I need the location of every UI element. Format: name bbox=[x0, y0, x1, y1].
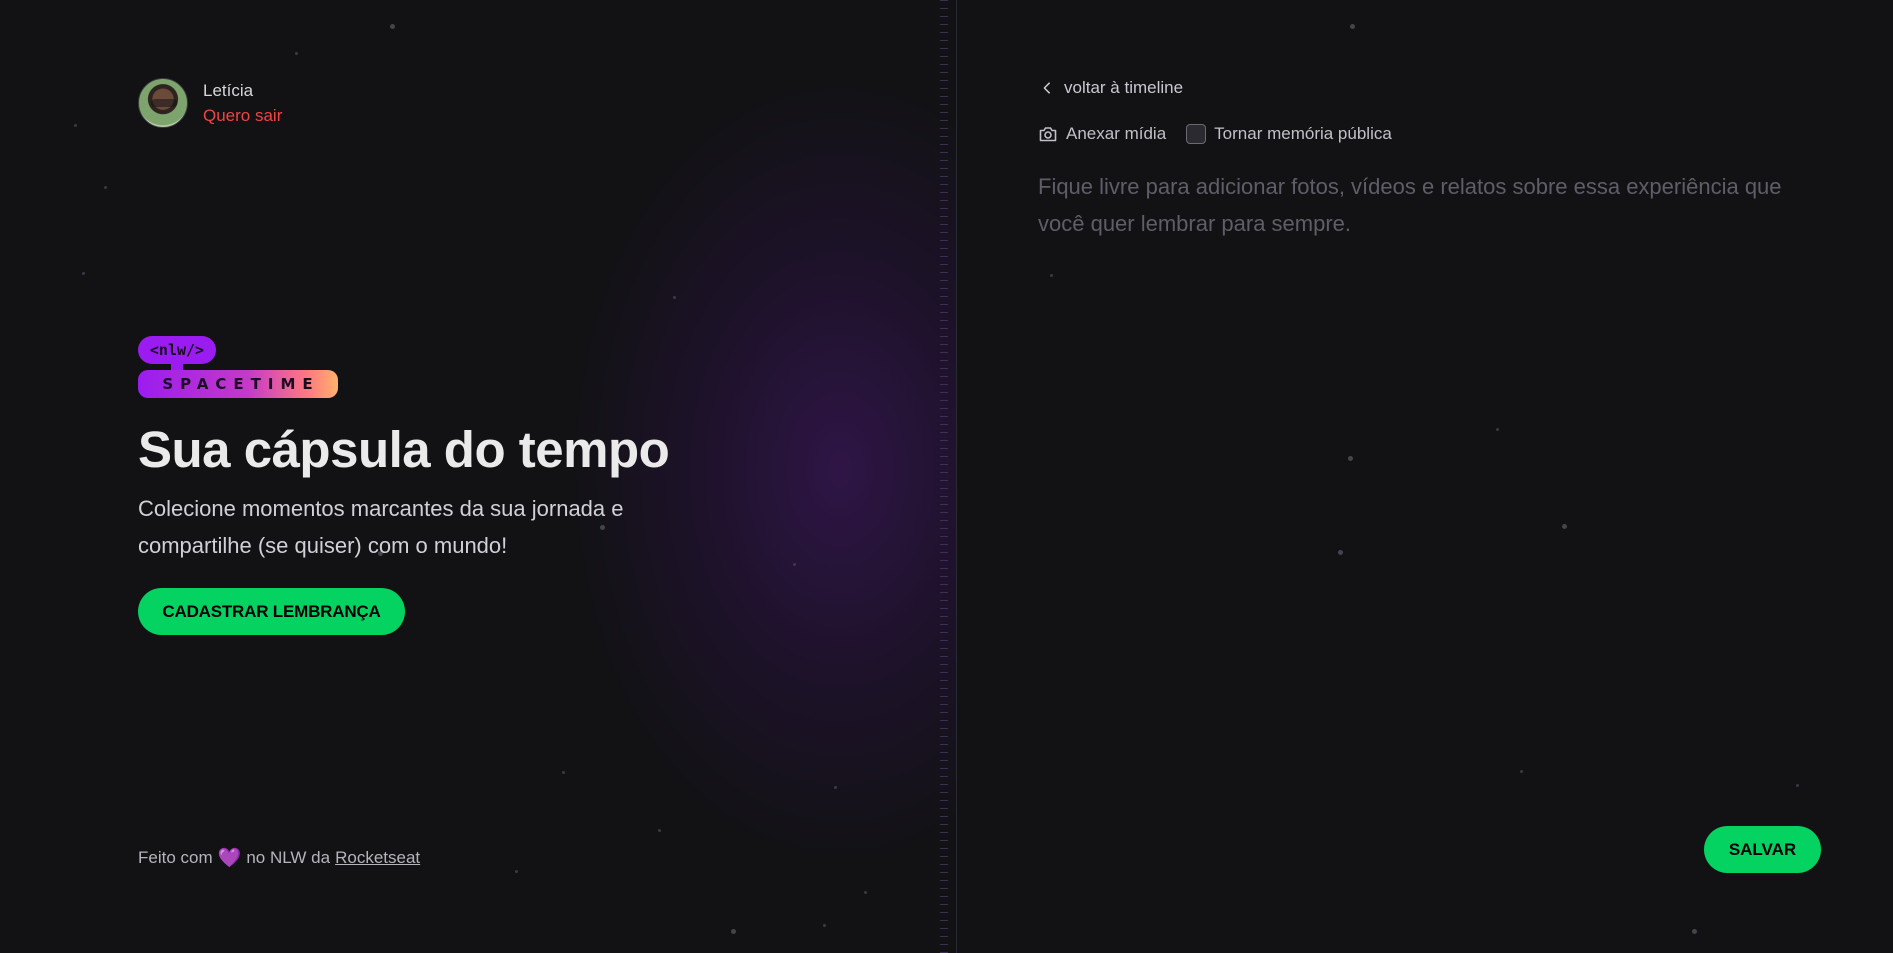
heart-icon: 💜 bbox=[217, 848, 242, 869]
star-decoration bbox=[74, 124, 77, 127]
star-decoration bbox=[1520, 770, 1523, 773]
rocketseat-link[interactable]: Rocketseat bbox=[335, 848, 420, 868]
star-decoration bbox=[834, 786, 837, 789]
star-decoration bbox=[658, 829, 661, 832]
star-decoration bbox=[823, 924, 826, 927]
memory-options: Anexar mídia Tornar memória pública bbox=[1038, 124, 1392, 144]
hero-description: Colecione momentos marcantes da sua jorn… bbox=[138, 496, 624, 558]
new-memory-panel: voltar à timeline Anexar mídia Tornar me… bbox=[958, 0, 1893, 953]
star-decoration bbox=[864, 891, 867, 894]
star-decoration bbox=[104, 186, 107, 189]
star-decoration bbox=[1796, 784, 1799, 787]
user-profile: Letícia Quero sair bbox=[138, 78, 282, 128]
stripes-divider bbox=[940, 0, 948, 953]
back-label: voltar à timeline bbox=[1064, 78, 1184, 97]
public-memory-label: Tornar memória pública bbox=[1214, 124, 1392, 143]
footer-middle: no NLW da bbox=[246, 848, 331, 867]
logo-tag: <nlw/> bbox=[138, 336, 216, 364]
camera-icon bbox=[1039, 127, 1057, 142]
back-to-timeline-link[interactable]: voltar à timeline bbox=[1040, 78, 1183, 98]
star-decoration bbox=[562, 771, 565, 774]
star-decoration bbox=[1692, 929, 1697, 934]
chevron-left-icon bbox=[1043, 82, 1050, 94]
footer: Feito com 💜 no NLW da Rocketseat bbox=[138, 846, 420, 870]
star-decoration bbox=[295, 52, 298, 55]
avatar bbox=[138, 78, 188, 128]
logout-link[interactable]: Quero sair bbox=[203, 106, 282, 125]
star-decoration bbox=[793, 563, 796, 566]
star-decoration bbox=[731, 929, 736, 934]
star-decoration bbox=[673, 296, 676, 299]
register-memory-button[interactable]: CADASTRAR LEMBRANÇA bbox=[138, 588, 405, 635]
memory-content-textarea[interactable] bbox=[1038, 168, 1818, 768]
star-decoration bbox=[1350, 24, 1355, 29]
public-memory-option[interactable]: Tornar memória pública bbox=[1186, 124, 1392, 144]
attach-media-label: Anexar mídia bbox=[1066, 124, 1167, 143]
hero-panel: Letícia Quero sair <nlw/> SPACETIME Sua … bbox=[0, 0, 957, 953]
logo-brand: SPACETIME bbox=[138, 370, 338, 398]
star-decoration bbox=[390, 24, 395, 29]
user-name: Letícia bbox=[203, 81, 254, 100]
attach-media-button[interactable]: Anexar mídia bbox=[1038, 124, 1166, 144]
star-decoration bbox=[515, 870, 518, 873]
star-decoration bbox=[82, 272, 85, 275]
public-memory-checkbox[interactable] bbox=[1186, 124, 1207, 144]
footer-prefix: Feito com bbox=[138, 848, 213, 867]
save-button[interactable]: SALVAR bbox=[1704, 826, 1821, 873]
hero-title: Sua cápsula do tempo bbox=[138, 421, 670, 478]
nlw-spacetime-logo: <nlw/> SPACETIME bbox=[138, 336, 338, 398]
